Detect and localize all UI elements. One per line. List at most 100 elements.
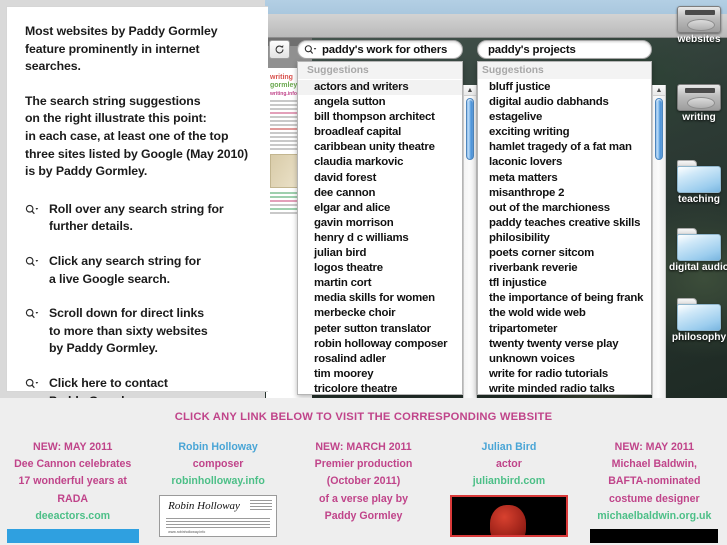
suggestion-item[interactable]: laconic lovers xyxy=(478,155,651,170)
suggestion-item[interactable]: the wold wide web xyxy=(478,306,651,321)
suggestion-item[interactable]: henry d c williams xyxy=(298,231,462,246)
info-line: on the right illustrate this point: xyxy=(25,111,207,126)
info-bullet-contact[interactable]: Click here to contact Paddy Gormley. xyxy=(25,375,254,398)
suggestion-item[interactable]: philosibility xyxy=(478,231,651,246)
scrollbar-1[interactable]: ▲ xyxy=(463,85,477,398)
link-column-dee-cannon[interactable]: NEW: MAY 2011 Dee Cannon celebrates 17 w… xyxy=(0,439,145,544)
info-bullet-text: Click any search string for a live Googl… xyxy=(49,253,201,288)
desktop-icon-websites[interactable]: websites xyxy=(666,6,727,45)
link-column-michael-baldwin[interactable]: NEW: MAY 2011 Michael Baldwin, BAFTA-nom… xyxy=(582,439,727,544)
bg-line xyxy=(270,148,298,150)
info-line: by Paddy Gormley. xyxy=(49,341,158,356)
search-input-1[interactable]: paddy's work for others xyxy=(297,40,463,59)
suggestion-item[interactable]: broadleaf capital xyxy=(298,125,462,140)
suggestion-item[interactable]: bill thompson architect xyxy=(298,110,462,125)
score-signature: Robin Holloway xyxy=(168,499,240,512)
info-line: Scroll down for direct links xyxy=(49,306,205,321)
link-line: 17 wonderful years at xyxy=(18,475,127,488)
suggestion-item[interactable]: riverbank reverie xyxy=(478,261,651,276)
screenshot-region: writing gormley writing.info paddy's wor… xyxy=(0,0,727,398)
bg-line xyxy=(270,116,298,118)
info-line: further details. xyxy=(49,219,133,234)
thumbnail-portrait[interactable] xyxy=(449,494,568,537)
search-input-1-value: paddy's work for others xyxy=(322,43,448,56)
search-panel-paddys-work-for-others: paddy's work for others Suggestions acto… xyxy=(297,40,463,395)
suggestion-item[interactable]: merbecke choir xyxy=(298,306,462,321)
website-link[interactable]: robinholloway.info xyxy=(149,473,286,490)
desktop-icon-label: writing xyxy=(682,112,716,123)
suggestion-item[interactable]: media skills for women xyxy=(298,291,462,306)
suggestion-item[interactable]: david forest xyxy=(298,171,462,186)
suggestion-item[interactable]: digital audio dabhands xyxy=(478,95,651,110)
search-input-2-value: paddy's projects xyxy=(488,43,576,56)
suggestion-item[interactable]: estagelive xyxy=(478,110,651,125)
suggestion-item[interactable]: gavin morrison xyxy=(298,216,462,231)
suggestion-item[interactable]: tim moorey xyxy=(298,367,462,382)
suggestion-item[interactable]: unknown voices xyxy=(478,352,651,367)
suggestion-item[interactable]: julian bird xyxy=(298,246,462,261)
suggestion-item[interactable]: tricolore theatre xyxy=(298,382,462,394)
link-column-robin-holloway[interactable]: Robin Holloway composer robinholloway.in… xyxy=(145,439,290,543)
desktop-icon-teaching[interactable]: teaching xyxy=(666,160,727,205)
website-link[interactable]: michaelbaldwin.org.uk xyxy=(586,508,723,525)
suggestion-item[interactable]: martin cort xyxy=(298,276,462,291)
suggestion-item[interactable]: bluff justice xyxy=(478,80,651,95)
suggestion-item[interactable]: write for radio tutorials xyxy=(478,367,651,382)
suggestion-item[interactable]: logos theatre xyxy=(298,261,462,276)
info-line: searches. xyxy=(25,59,81,74)
link-column-verse-play[interactable]: NEW: MARCH 2011 Premier production (Octo… xyxy=(291,439,436,543)
link-line: (October 2011) xyxy=(326,475,401,488)
desktop-icon-writing[interactable]: writing xyxy=(666,84,727,123)
scroll-up-arrow-icon[interactable]: ▲ xyxy=(653,85,665,96)
link-column-julian-bird[interactable]: Julian Bird actor julianbird.com xyxy=(436,439,581,543)
link-line: Michael Baldwin, xyxy=(611,458,697,471)
hard-drive-icon xyxy=(677,6,721,33)
suggestion-item[interactable]: the importance of being frank xyxy=(478,291,651,306)
suggestion-item[interactable]: robin holloway composer xyxy=(298,337,462,352)
scrollbar-thumb[interactable] xyxy=(466,98,474,160)
info-line: feature prominently in internet xyxy=(25,41,200,56)
suggestion-item[interactable]: misanthrope 2 xyxy=(478,186,651,201)
reload-button[interactable] xyxy=(269,40,290,59)
thumbnail-blue-banner[interactable] xyxy=(6,529,139,544)
desktop-icon-philosophy[interactable]: philosophy xyxy=(666,298,727,343)
thumbnail-music-score[interactable]: Robin Holloway www.robinholloway.info xyxy=(159,494,278,537)
link-line: Premier production xyxy=(314,458,413,471)
info-bullet-text: Click here to contact Paddy Gormley. xyxy=(49,375,168,398)
search-input-2[interactable]: paddy's projects xyxy=(477,40,652,59)
website-link[interactable]: julianbird.com xyxy=(440,473,577,490)
suggestion-item[interactable]: out of the marchioness xyxy=(478,201,651,216)
suggestion-item[interactable]: tripartometer xyxy=(478,322,651,337)
suggestion-item[interactable]: angela sutton xyxy=(298,95,462,110)
suggestion-item[interactable]: dee cannon xyxy=(298,186,462,201)
info-line: The search string suggestions xyxy=(25,93,201,108)
suggestion-item[interactable]: twenty twenty verse play xyxy=(478,337,651,352)
link-line: Paddy Gormley xyxy=(324,509,403,522)
website-link[interactable]: deeactors.com xyxy=(4,508,141,525)
info-line: to more than sixty websites xyxy=(49,323,208,338)
suggestion-item[interactable]: meta matters xyxy=(478,171,651,186)
thumbnail-black-banner[interactable] xyxy=(590,529,719,544)
desktop-icon-label: digital audio xyxy=(669,262,727,273)
suggestions-list-1: actors and writers angela sutton bill th… xyxy=(298,79,462,394)
scrollbar-thumb[interactable] xyxy=(655,98,663,160)
suggestion-item[interactable]: exciting writing xyxy=(478,125,651,140)
scroll-up-arrow-icon[interactable]: ▲ xyxy=(464,85,476,96)
scrollbar-2[interactable]: ▲ xyxy=(652,85,666,398)
suggestion-item[interactable]: claudia markovic xyxy=(298,155,462,170)
suggestion-item[interactable]: elgar and alice xyxy=(298,201,462,216)
suggestion-item[interactable]: caribbean unity theatre xyxy=(298,140,462,155)
suggestion-item[interactable]: tfl injustice xyxy=(478,276,651,291)
suggestion-item[interactable]: write minded radio talks xyxy=(478,382,651,394)
suggestion-item[interactable]: rosalind adler xyxy=(298,352,462,367)
suggestion-item[interactable]: actors and writers xyxy=(298,80,462,96)
suggestion-item[interactable]: peter sutton translator xyxy=(298,322,462,337)
desktop-icon-digital-audio[interactable]: digital audio xyxy=(666,228,727,273)
suggestion-item[interactable]: paddy teaches creative skills xyxy=(478,216,651,231)
suggestion-item[interactable]: poets corner sitcom xyxy=(478,246,651,261)
info-bullet-list: Roll over any search string for further … xyxy=(25,201,254,398)
info-line: Click any search string for xyxy=(49,253,201,268)
portrait-figure xyxy=(489,504,526,535)
score-stave xyxy=(166,517,271,528)
suggestion-item[interactable]: hamlet tragedy of a fat man xyxy=(478,140,651,155)
